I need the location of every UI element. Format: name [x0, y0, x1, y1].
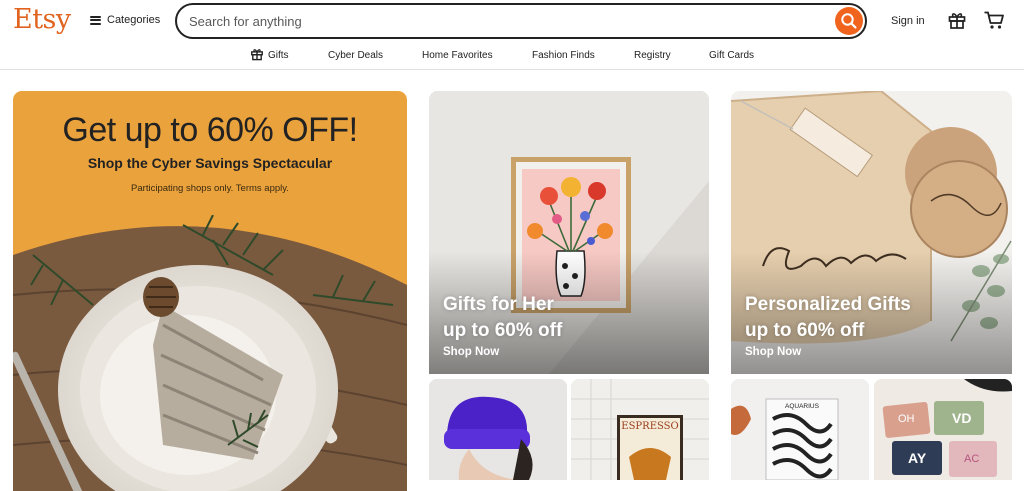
tile-discount: up to 60% off	[443, 320, 563, 341]
gifts-for-her-tile[interactable]: Gifts for Her up to 60% off Shop Now	[429, 91, 709, 374]
gift-icon	[251, 49, 263, 61]
beanie-product-image	[429, 379, 567, 480]
nav-item-cyber-deals[interactable]: Cyber Deals	[328, 50, 383, 61]
nav-item-home-favorites[interactable]: Home Favorites	[422, 50, 493, 61]
nav-item-registry[interactable]: Registry	[634, 50, 671, 61]
search-input[interactable]	[189, 12, 829, 30]
etsy-logo[interactable]: Etsy	[13, 4, 71, 35]
cart-icon[interactable]	[983, 10, 1005, 30]
site-header: Etsy Categories Sign in	[0, 0, 1024, 42]
product-tile-wallets[interactable]: OH VD AY AC	[874, 379, 1012, 480]
wallet-initials-text: OH	[898, 413, 915, 425]
tile-caption: Gifts for Her up to 60% off Shop Now	[443, 292, 562, 358]
tile-title: Personalized Gifts	[745, 294, 911, 315]
cyber-sale-banner[interactable]: Get up to 60% OFF! Shop the Cyber Saving…	[13, 91, 407, 491]
sign-in-link[interactable]: Sign in	[891, 15, 925, 27]
book-title-text: AQUARIUS	[785, 403, 819, 410]
personalized-gifts-tile[interactable]: Personalized Gifts up to 60% off Shop No…	[731, 91, 1012, 374]
nav-label-gifts: Gifts	[268, 50, 289, 61]
hero-title: Get up to 60% OFF!	[62, 111, 358, 149]
poster-text: ESPRESSO	[621, 421, 679, 432]
table-setting-image	[13, 215, 407, 491]
category-nav: Gifts Cyber Deals Home Favorites Fashion…	[0, 42, 1024, 70]
wallet-initials-text: AC	[964, 453, 980, 465]
menu-icon	[90, 15, 101, 25]
wallet-initials-text: VD	[952, 410, 972, 426]
categories-button[interactable]: Categories	[90, 14, 160, 26]
book-product-image	[731, 379, 869, 480]
hero-subtitle: Shop the Cyber Savings Spectacular	[87, 155, 333, 171]
nav-item-fashion-finds[interactable]: Fashion Finds	[532, 50, 595, 61]
shop-now-link[interactable]: Shop Now	[443, 346, 562, 358]
categories-label: Categories	[107, 14, 161, 26]
nav-item-gift-cards[interactable]: Gift Cards	[709, 50, 754, 61]
search-bar	[175, 3, 867, 39]
gift-icon[interactable]	[947, 10, 967, 30]
product-tile-book[interactable]: AQUARIUS	[731, 379, 869, 480]
product-tile-espresso-poster[interactable]: ESPRESSO	[571, 379, 709, 480]
hero-terms-note: Participating shops only. Terms apply.	[131, 183, 289, 194]
wallets-product-image	[874, 379, 1012, 480]
search-button[interactable]	[835, 7, 863, 35]
search-icon	[841, 13, 857, 29]
shop-now-link[interactable]: Shop Now	[745, 346, 911, 358]
wallet-initials-text: AY	[908, 450, 927, 466]
tile-title: Gifts for Her	[443, 294, 554, 315]
product-tile-beanie[interactable]	[429, 379, 567, 480]
tile-discount: up to 60% off	[745, 320, 865, 341]
tile-caption: Personalized Gifts up to 60% off Shop No…	[745, 292, 911, 358]
nav-item-gifts[interactable]: Gifts	[250, 47, 289, 61]
